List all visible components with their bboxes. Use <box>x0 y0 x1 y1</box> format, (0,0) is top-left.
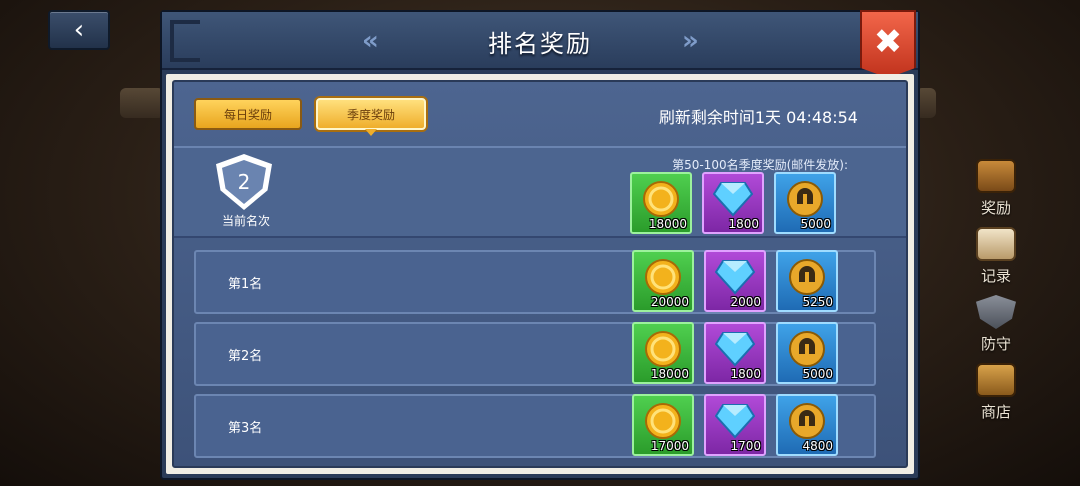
side-item-label: 商店 <box>980 403 1011 421</box>
helmet-token-icon <box>786 180 824 222</box>
rank-label: 第2名 <box>228 349 263 364</box>
reward-gold[interactable]: 18000 <box>632 322 694 384</box>
rank-label: 第1名 <box>228 277 263 292</box>
reward-amount: 2000 <box>730 295 761 309</box>
reward-diamond[interactable]: 1800 <box>704 322 766 384</box>
side-item-shop[interactable]: 商店 <box>966 354 1026 422</box>
close-button[interactable]: ✖ <box>860 10 916 78</box>
side-item-rewards[interactable]: 奖励 <box>966 150 1026 218</box>
reward-gold[interactable]: 18000 <box>630 172 692 234</box>
helmet-token-icon <box>788 402 826 444</box>
current-rank-box: 2 当前名次 第50-100名季度奖励(邮件发放): 18000 1800 50… <box>174 146 906 238</box>
reward-amount: 1800 <box>730 367 761 381</box>
refresh-timer: 刷新剩余时间1天 04:48:54 <box>658 108 858 127</box>
reward-amount: 5250 <box>802 295 833 309</box>
current-rank-number: 2 <box>237 170 251 194</box>
reward-amount: 5000 <box>802 367 833 381</box>
reward-token[interactable]: 5000 <box>774 172 836 234</box>
rank-label: 第3名 <box>228 421 263 436</box>
gold-coin-icon <box>644 330 682 372</box>
side-item-defense[interactable]: 防守 <box>966 286 1026 354</box>
reward-token[interactable]: 5000 <box>776 322 838 384</box>
page-title: 排名奖励 <box>488 30 592 58</box>
reward-diamond[interactable]: 2000 <box>704 250 766 312</box>
side-item-label: 记录 <box>980 267 1011 285</box>
gold-coin-icon <box>642 180 680 222</box>
rank-rewards: 18000 1800 5000 <box>632 322 838 384</box>
rank-row-2: 第2名 18000 1800 5000 <box>194 322 876 386</box>
gold-coin-icon <box>644 258 682 300</box>
scroll-icon <box>976 227 1016 261</box>
shop-cart-icon <box>976 363 1016 397</box>
helmet-token-icon <box>788 258 826 300</box>
gold-coin-icon <box>644 402 682 444</box>
reward-token[interactable]: 5250 <box>776 250 838 312</box>
side-item-label: 防守 <box>980 335 1011 353</box>
rank-rewards: 17000 1700 4800 <box>632 394 838 456</box>
bg-pillar-left <box>120 88 164 118</box>
current-rewards: 18000 1800 5000 <box>630 172 836 234</box>
reward-amount: 17000 <box>650 439 689 453</box>
rank-shield-icon: 2 <box>216 154 272 210</box>
close-icon: ✖ <box>873 22 903 62</box>
diamond-icon <box>714 259 756 299</box>
shield-icon <box>976 295 1016 329</box>
reward-amount: 1800 <box>728 217 759 231</box>
ranking-rewards-panel: « 排名奖励 » ✖ 每日奖励 季度奖励 刷新剩余时间1天 04:48:54 2… <box>160 10 920 480</box>
tab-season-rewards[interactable]: 季度奖励 <box>316 98 426 130</box>
side-menu: 奖励 记录 防守 商店 <box>966 150 1026 422</box>
reward-gold[interactable]: 20000 <box>632 250 694 312</box>
reward-diamond[interactable]: 1700 <box>704 394 766 456</box>
chevron-left-icon: ‹ <box>73 15 85 45</box>
season-reward-caption: 第50-100名季度奖励(邮件发放): <box>672 158 848 172</box>
rank-row-3: 第3名 17000 1700 4800 <box>194 394 876 458</box>
diamond-icon <box>714 331 756 371</box>
reward-amount: 18000 <box>648 217 687 231</box>
back-button[interactable]: ‹ <box>48 10 110 50</box>
reward-amount: 4800 <box>802 439 833 453</box>
reward-amount: 20000 <box>650 295 689 309</box>
diamond-icon <box>712 181 754 221</box>
rank-rewards: 20000 2000 5250 <box>632 250 838 312</box>
panel-inner: 每日奖励 季度奖励 刷新剩余时间1天 04:48:54 2 当前名次 第50-1… <box>166 74 914 474</box>
panel-header: « 排名奖励 » ✖ <box>162 10 918 78</box>
side-item-label: 奖励 <box>980 199 1011 217</box>
reward-amount: 1700 <box>730 439 761 453</box>
tab-daily-rewards[interactable]: 每日奖励 <box>194 98 302 130</box>
helmet-token-icon <box>788 330 826 372</box>
side-item-records[interactable]: 记录 <box>966 218 1026 286</box>
rank-row-1: 第1名 20000 2000 5250 <box>194 250 876 314</box>
next-page-icon[interactable]: » <box>682 26 699 56</box>
treasure-chest-icon <box>976 159 1016 193</box>
reward-amount: 5000 <box>800 217 831 231</box>
reward-token[interactable]: 4800 <box>776 394 838 456</box>
reward-gold[interactable]: 17000 <box>632 394 694 456</box>
diamond-icon <box>714 403 756 443</box>
reward-amount: 18000 <box>650 367 689 381</box>
current-rank-label: 当前名次 <box>221 214 270 228</box>
panel-content: 每日奖励 季度奖励 刷新剩余时间1天 04:48:54 2 当前名次 第50-1… <box>172 80 908 468</box>
reward-diamond[interactable]: 1800 <box>702 172 764 234</box>
